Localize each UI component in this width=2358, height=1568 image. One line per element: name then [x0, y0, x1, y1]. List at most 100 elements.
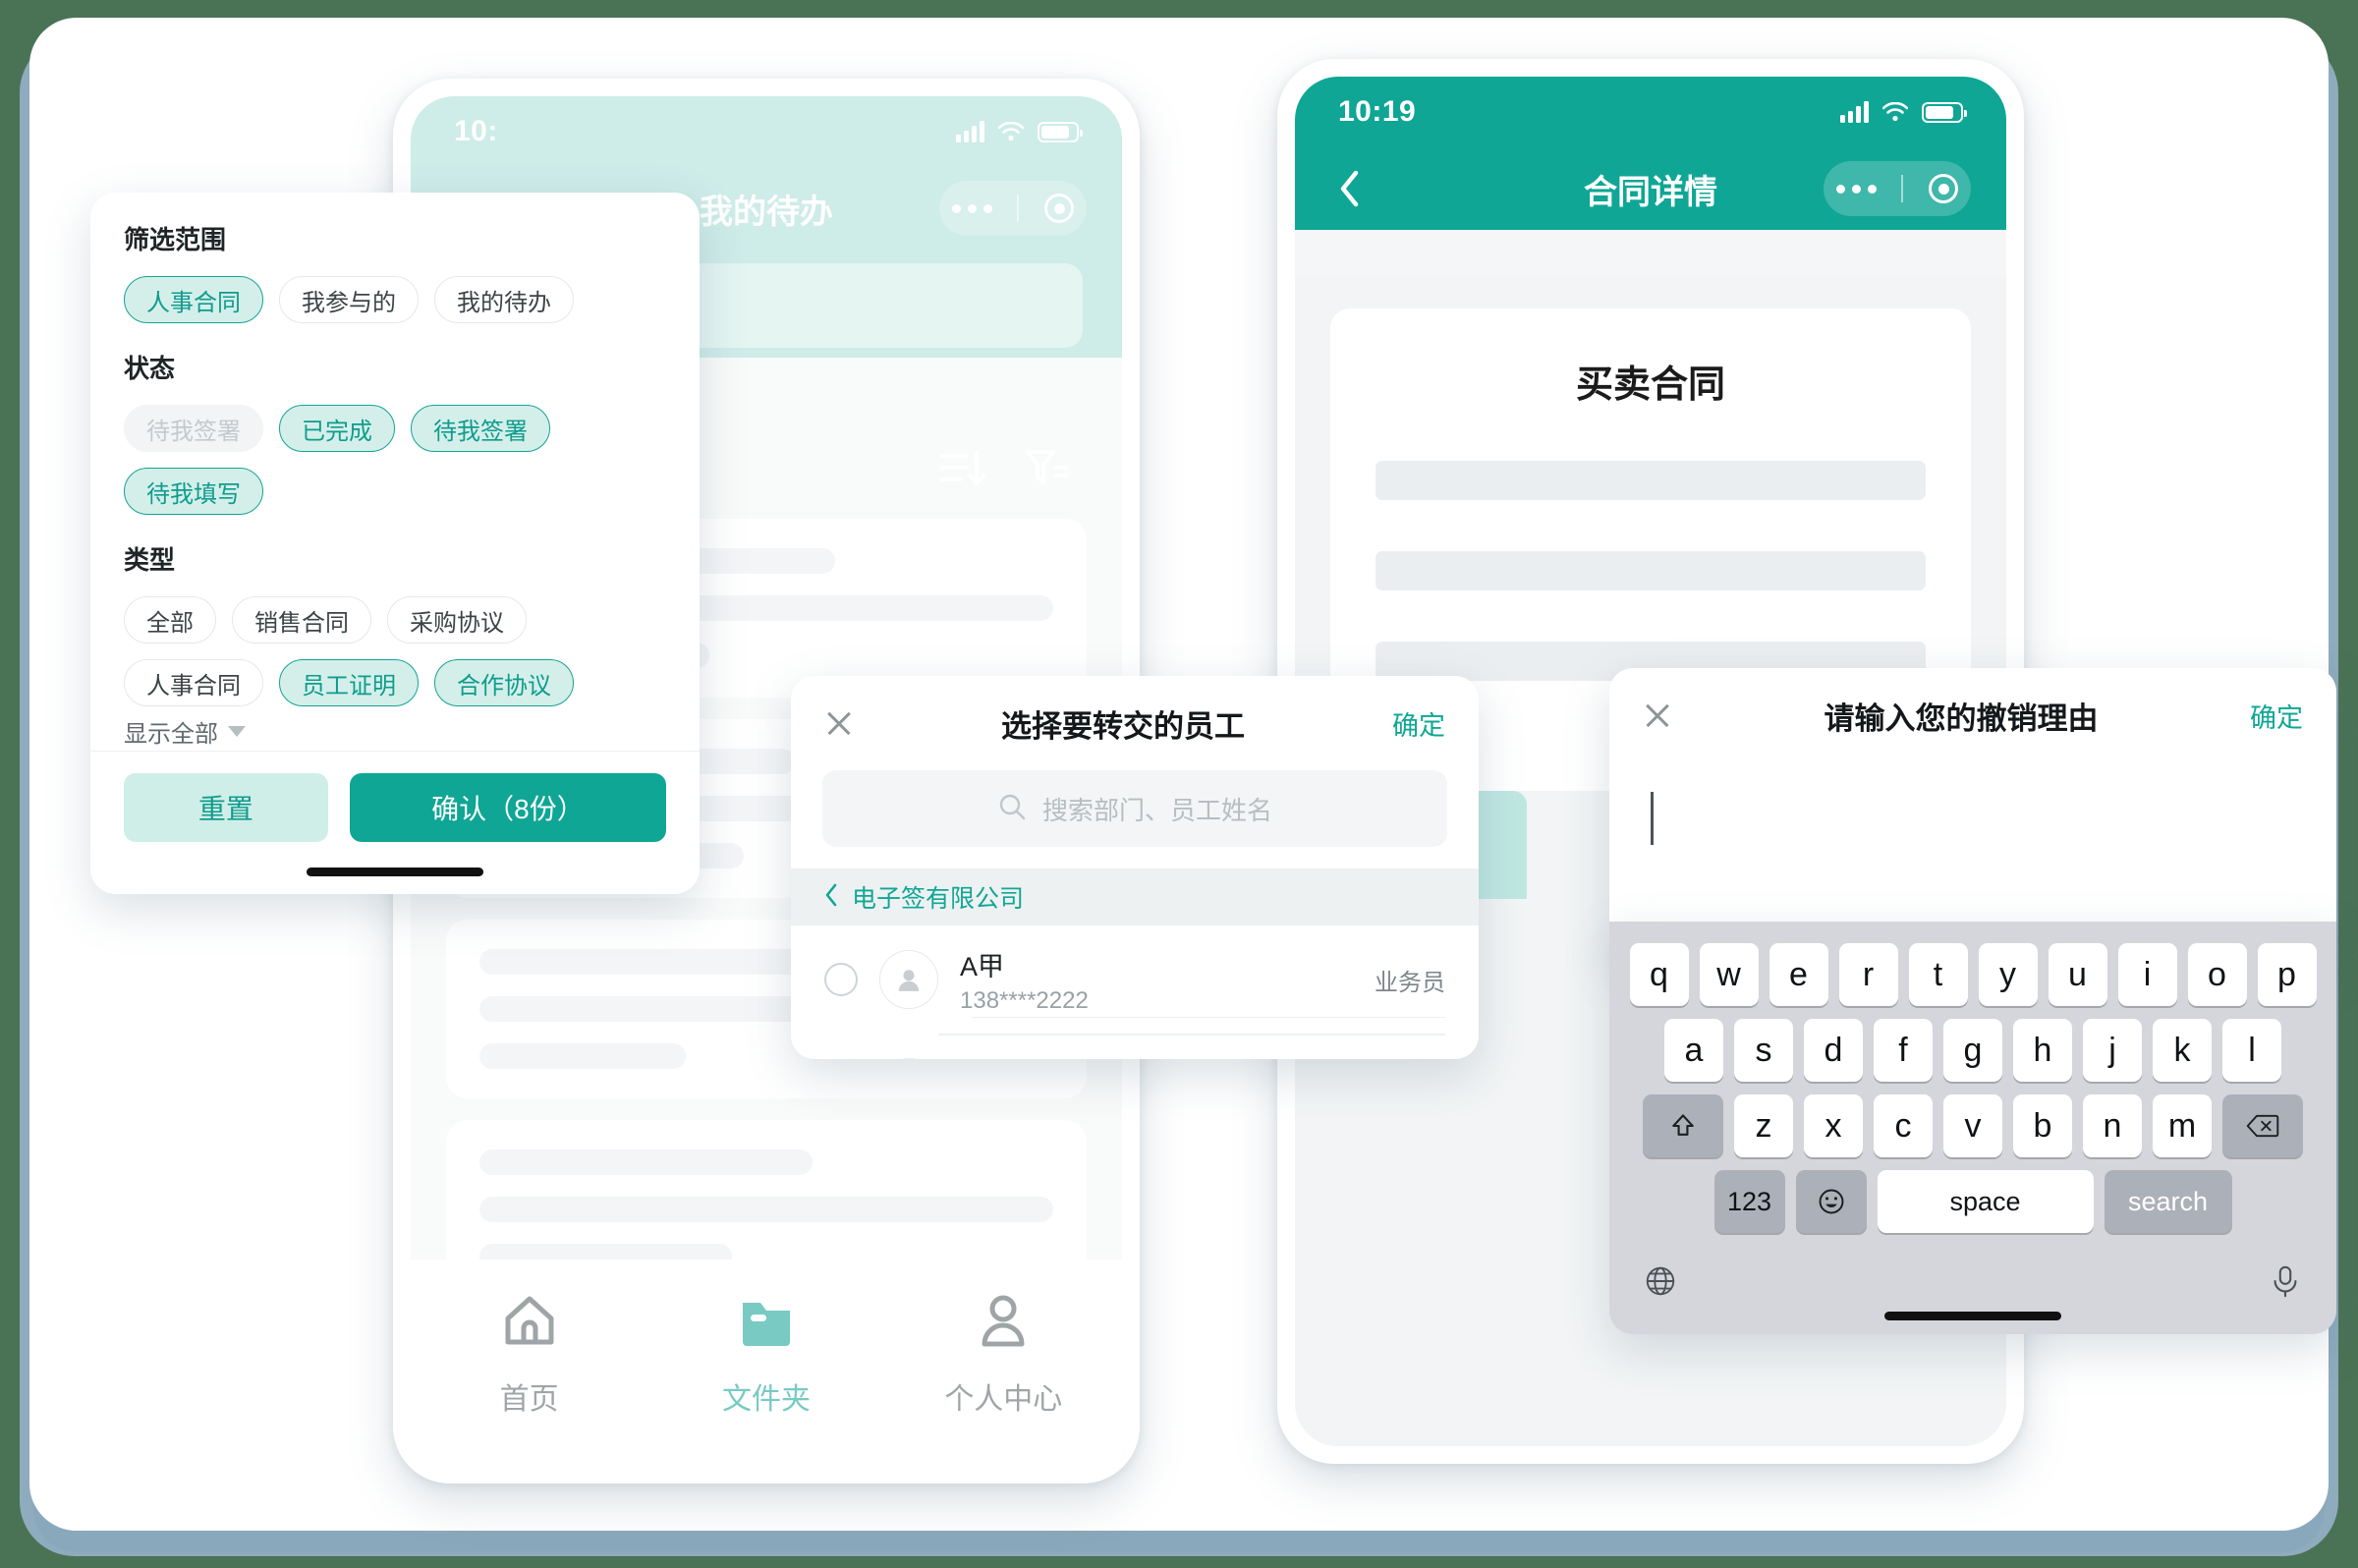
table-row[interactable]: 阿黄 138****2222 业务员: [791, 1034, 1479, 1059]
search-key[interactable]: search: [2104, 1170, 2232, 1233]
key-e[interactable]: e: [1768, 943, 1828, 1006]
home-indicator: [1884, 1312, 2061, 1320]
chevron-left-icon[interactable]: [1338, 170, 1360, 207]
key-v[interactable]: v: [1943, 1094, 2002, 1157]
battery-icon: [1922, 101, 1967, 123]
key-g[interactable]: g: [1943, 1019, 2002, 1082]
key-k[interactable]: k: [2153, 1019, 2212, 1082]
staff-search-input[interactable]: 搜索部门、员工姓名: [822, 770, 1447, 847]
tab-profile-label: 个人中心: [944, 1383, 1063, 1416]
avatar-person-icon: [879, 950, 938, 1009]
backspace-icon[interactable]: [2222, 1094, 2303, 1157]
revoke-reason-modal: 请输入您的撤销理由 确定: [1609, 668, 2336, 959]
key-y[interactable]: y: [1978, 943, 2038, 1006]
staff-confirm-button[interactable]: 确定: [1392, 704, 1445, 743]
tab-home[interactable]: 首页: [441, 1289, 618, 1418]
tab-home-label: 首页: [499, 1383, 559, 1416]
reset-button[interactable]: 重置: [124, 773, 328, 842]
filter-section-label: 筛选范围: [124, 225, 227, 254]
key-i[interactable]: i: [2117, 943, 2177, 1006]
poster-canvas: 10: 我的待办 首页 文件夹 个人中心 10:19 合同详情 买卖合同 筛选范…: [20, 18, 2338, 1556]
onscreen-keyboard: q w e r t y u i o p a s d f g h j k l z …: [1609, 922, 2336, 1334]
staff-modal-header: 选择要转交的员工 确定: [791, 676, 1479, 770]
globe-icon[interactable]: [1643, 1263, 1678, 1304]
more-dots-icon[interactable]: [951, 203, 992, 213]
microphone-icon[interactable]: [2268, 1263, 2303, 1304]
key-j[interactable]: j: [2083, 1019, 2142, 1082]
space-key[interactable]: space: [1877, 1170, 2094, 1233]
key-l[interactable]: l: [2222, 1019, 2281, 1082]
breadcrumb[interactable]: 电子签有限公司: [791, 868, 1479, 925]
status-time: 10:: [454, 115, 498, 147]
chip-status-3[interactable]: 待我填写: [124, 468, 263, 515]
key-m[interactable]: m: [2153, 1094, 2212, 1157]
chip-scope-0[interactable]: 人事合同: [124, 276, 263, 323]
miniprogram-capsule[interactable]: [1824, 161, 1971, 216]
sort-icon[interactable]: [935, 442, 986, 493]
key-b[interactable]: b: [2013, 1094, 2072, 1157]
chip-scope-1[interactable]: 我参与的: [279, 276, 419, 323]
close-icon[interactable]: [1643, 700, 1672, 730]
row-divider: [972, 1016, 1445, 1018]
keyboard-row-1: q w e r t y u i o p: [1609, 943, 2336, 1006]
person-icon: [972, 1289, 1035, 1357]
confirm-button[interactable]: 确认（8份）: [349, 773, 666, 842]
show-all-toggle[interactable]: 显示全部: [124, 714, 666, 749]
tab-folder[interactable]: 文件夹: [678, 1289, 855, 1418]
key-r[interactable]: r: [1838, 943, 1898, 1006]
key-c[interactable]: c: [1874, 1094, 1933, 1157]
chip-status-2[interactable]: 待我签署: [411, 405, 550, 452]
key-h[interactable]: h: [2013, 1019, 2072, 1082]
chip-type-1[interactable]: 销售合同: [232, 596, 371, 644]
key-u[interactable]: u: [2048, 943, 2107, 1006]
staff-phone: 138****2222: [960, 986, 1089, 1014]
home-icon: [498, 1289, 561, 1357]
filter-status-chips: 待我签署 已完成 待我签署 待我填写: [124, 405, 666, 515]
key-q[interactable]: q: [1629, 943, 1689, 1006]
key-f[interactable]: f: [1874, 1019, 1933, 1082]
reason-confirm-button[interactable]: 确定: [2250, 697, 2303, 735]
emoji-smile-icon[interactable]: [1795, 1170, 1867, 1233]
key-x[interactable]: x: [1804, 1094, 1863, 1157]
miniprogram-capsule[interactable]: [939, 181, 1087, 236]
tab-profile[interactable]: 个人中心: [915, 1289, 1092, 1418]
show-all-label: 显示全部: [124, 721, 218, 748]
key-d[interactable]: d: [1804, 1019, 1863, 1082]
more-dots-icon[interactable]: [1835, 184, 1877, 194]
chevron-down-icon: [228, 726, 246, 737]
chip-type-0[interactable]: 全部: [124, 596, 216, 644]
key-o[interactable]: o: [2187, 943, 2247, 1006]
chip-status-1[interactable]: 已完成: [279, 405, 395, 452]
status-time: 10:19: [1338, 95, 1417, 128]
target-icon[interactable]: [1044, 194, 1075, 223]
filter-section-label: 类型: [124, 545, 176, 575]
key-z[interactable]: z: [1734, 1094, 1793, 1157]
close-icon[interactable]: [824, 708, 854, 738]
chevron-left-icon[interactable]: [824, 883, 838, 912]
chip-type-3[interactable]: 人事合同: [124, 659, 263, 706]
key-p[interactable]: p: [2257, 943, 2317, 1006]
key-w[interactable]: w: [1699, 943, 1759, 1006]
keyboard-bottom-bar: [1609, 1246, 2336, 1304]
key-s[interactable]: s: [1734, 1019, 1793, 1082]
chip-type-2[interactable]: 采购协议: [387, 596, 527, 644]
reason-modal-header: 请输入您的撤销理由 确定: [1609, 668, 2336, 762]
key-a[interactable]: a: [1664, 1019, 1723, 1082]
chip-status-0[interactable]: 待我签署: [124, 405, 263, 452]
filter-footer: 重置 确认（8份）: [90, 751, 700, 894]
avatar-person-icon: [879, 1058, 938, 1059]
numbers-key[interactable]: 123: [1713, 1170, 1785, 1233]
chip-type-4[interactable]: 员工证明: [279, 659, 419, 706]
detail-header: 10:19 合同详情: [1295, 77, 2006, 230]
filter-funnel-icon[interactable]: [1020, 442, 1071, 493]
document-title: 买卖合同: [1575, 364, 1725, 406]
chip-scope-2[interactable]: 我的待办: [434, 276, 574, 323]
chip-type-5[interactable]: 合作协议: [434, 659, 574, 706]
key-t[interactable]: t: [1908, 943, 1968, 1006]
key-n[interactable]: n: [2083, 1094, 2142, 1157]
shift-up-icon[interactable]: [1643, 1094, 1723, 1157]
target-icon[interactable]: [1929, 174, 1959, 203]
row-radio[interactable]: [824, 963, 858, 996]
keyboard-row-3: z x c v b n m: [1609, 1094, 2336, 1157]
wifi-icon: [1881, 101, 1909, 122]
